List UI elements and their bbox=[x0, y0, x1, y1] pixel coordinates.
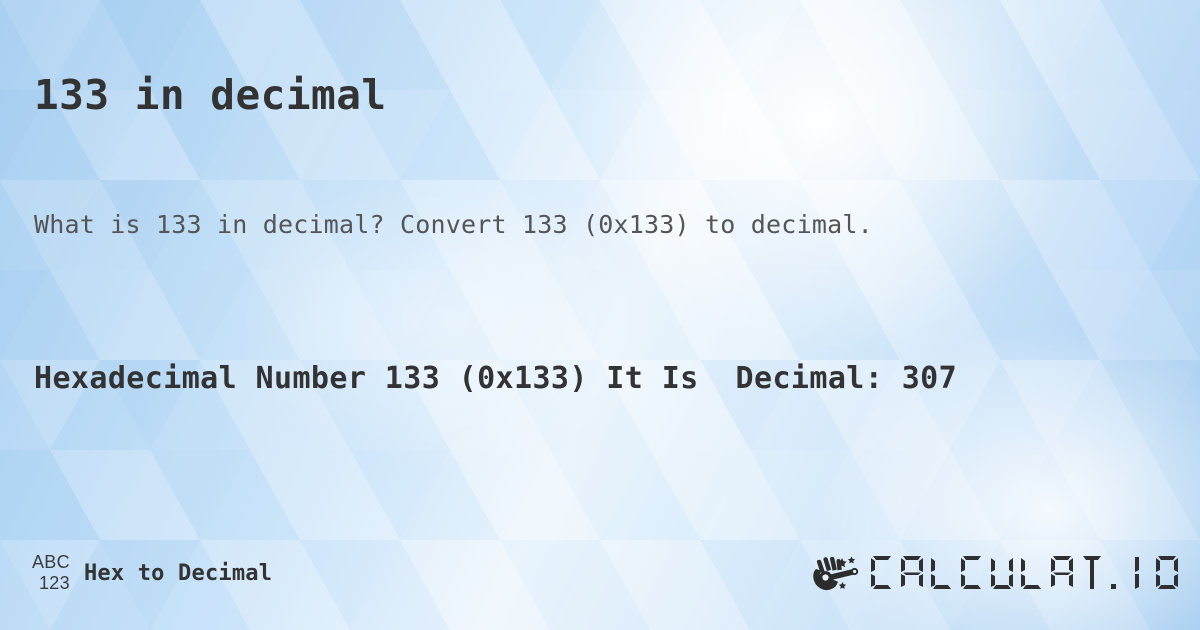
brand-letter bbox=[1021, 558, 1041, 589]
brand-name bbox=[869, 554, 1184, 590]
hand-wand-icon bbox=[813, 556, 859, 591]
abc-icon-top: ABC bbox=[32, 552, 70, 572]
brand-letter bbox=[1135, 557, 1139, 589]
brand-letter bbox=[1083, 556, 1101, 589]
abc-123-icon: ABC 123 bbox=[32, 552, 70, 594]
footer-tool: ABC 123 Hex to Decimal bbox=[32, 548, 272, 598]
brand-letter bbox=[1156, 556, 1178, 589]
abc-icon-bottom: 123 bbox=[39, 573, 70, 593]
brand-letter bbox=[901, 556, 923, 587]
conversion-result: Hexadecimal Number 133 (0x133) It Is Dec… bbox=[34, 361, 958, 396]
page-subtitle: What is 133 in decimal? Convert 133 (0x1… bbox=[34, 210, 873, 239]
brand-letter bbox=[931, 558, 951, 589]
brand-letter bbox=[871, 556, 891, 589]
brand-dot bbox=[1111, 584, 1116, 589]
share-card: 133 in decimal What is 133 in decimal? C… bbox=[0, 0, 1200, 630]
page-title: 133 in decimal bbox=[34, 71, 387, 120]
brand-letter bbox=[991, 558, 1013, 589]
brand-letter bbox=[1051, 556, 1073, 587]
brand-letter bbox=[961, 556, 981, 589]
brand-logo[interactable] bbox=[809, 549, 1184, 595]
footer-tool-label: Hex to Decimal bbox=[83, 560, 273, 586]
